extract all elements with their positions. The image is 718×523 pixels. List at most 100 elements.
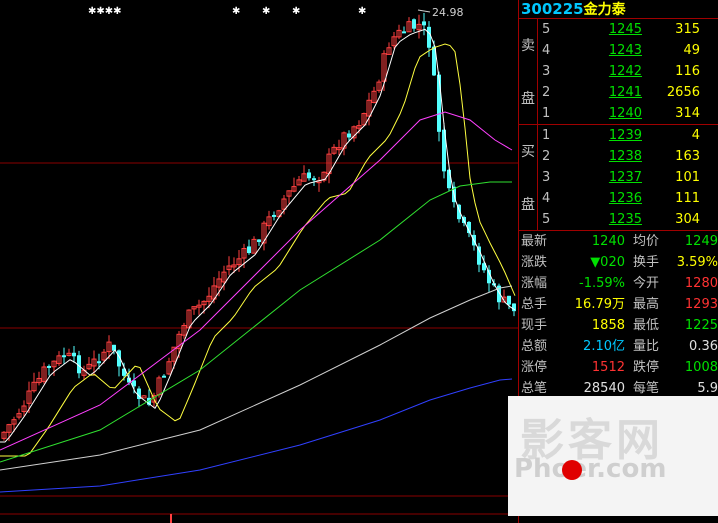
stat-value: 2.10亿 <box>583 339 625 354</box>
buy-price[interactable]: 1235 <box>560 209 642 230</box>
volume-bar <box>170 514 172 523</box>
buy-price[interactable]: 1236 <box>560 188 642 209</box>
buy-row[interactable]: 1 1239 4 <box>538 125 718 146</box>
stat-row: 涨跌 ▼020 换手 3.59% <box>519 252 718 273</box>
candle-body <box>62 355 66 358</box>
peak-pointer <box>417 9 431 13</box>
candle-body <box>141 395 147 399</box>
sell-level: 3 <box>542 64 551 79</box>
buy-volume: 163 <box>675 149 700 164</box>
sell-level: 5 <box>542 22 551 37</box>
stat-value: 1293 <box>684 297 718 312</box>
ma250-line <box>0 285 513 471</box>
buy-level: 2 <box>542 149 551 164</box>
sell-price[interactable]: 1240 <box>560 103 642 124</box>
candle-body <box>422 21 426 26</box>
stat-value: 1858 <box>591 318 625 333</box>
stat-value: 1008 <box>684 360 718 375</box>
candle-body <box>247 246 251 254</box>
buy-volume: 111 <box>675 191 700 206</box>
candle-body <box>412 19 416 29</box>
buy-row[interactable]: 5 1235 304 <box>538 209 718 230</box>
buy-row[interactable]: 3 1237 101 <box>538 167 718 188</box>
watermark-url: Phoer.com <box>514 454 667 484</box>
stat-value: -1.59% <box>579 276 625 291</box>
sell-book: 卖 盘 5 1245 315 4 1243 49 3 1242 116 2 1241 2656 … <box>519 19 718 125</box>
sell-price[interactable]: 1242 <box>560 61 642 82</box>
candle-body <box>162 375 166 378</box>
stat-key: 跌停 <box>633 360 660 375</box>
stat-value: 1240 <box>591 234 625 249</box>
candle-body <box>347 133 351 138</box>
candle-body <box>257 239 261 243</box>
candle-body <box>507 295 511 305</box>
watermark: 影客网 Phoer.com <box>508 396 718 516</box>
buy-volume: 4 <box>691 128 700 143</box>
stat-row: 涨幅 -1.59% 今开 1280 <box>519 273 718 294</box>
candle-body <box>307 172 311 179</box>
quote-stats: 最新 1240 均价 1249 涨跌 ▼020 换手 3.59% 涨幅 -1.59% 今开 128… <box>519 231 718 420</box>
candle-body <box>512 303 516 312</box>
sell-row[interactable]: 4 1243 49 <box>538 40 718 61</box>
stat-key: 今开 <box>633 276 660 291</box>
stat-row: 总手 16.79万 最高 1293 <box>519 294 718 315</box>
buy-level: 4 <box>542 191 551 206</box>
buy-price[interactable]: 1238 <box>560 146 642 167</box>
watermark-dot <box>562 460 582 480</box>
stat-key: 涨停 <box>521 360 548 375</box>
stat-value: 1225 <box>684 318 718 333</box>
stock-code: 300225 <box>521 0 584 18</box>
sell-level: 2 <box>542 85 551 100</box>
stat-row: 总额 2.10亿 量比 0.36 <box>519 336 718 357</box>
sell-row[interactable]: 2 1241 2656 <box>538 82 718 103</box>
buy-volume: 101 <box>675 170 700 185</box>
sell-level: 4 <box>542 43 551 58</box>
sell-label-1: 卖 <box>521 38 535 55</box>
stat-key: 涨幅 <box>521 276 548 291</box>
stat-row: 现手 1858 最低 1225 <box>519 315 718 336</box>
stock-name: 金力泰 <box>583 2 626 18</box>
buy-row[interactable]: 4 1236 111 <box>538 188 718 209</box>
stat-value: 3.59% <box>676 255 718 270</box>
buy-level: 1 <box>542 128 551 143</box>
candle-body <box>312 178 316 181</box>
kline-chart[interactable]: 24.98 ✱✱✱✱ ✱ ✱ ✱ ✱ <box>0 0 518 523</box>
buy-row[interactable]: 2 1238 163 <box>538 146 718 167</box>
stat-value: 16.79万 <box>574 297 625 312</box>
sell-volume: 49 <box>683 43 700 58</box>
buy-level: 3 <box>542 170 551 185</box>
stat-value: 1512 <box>591 360 625 375</box>
candle-body <box>447 169 451 189</box>
stat-key: 总额 <box>521 339 548 354</box>
buy-price[interactable]: 1239 <box>560 125 642 146</box>
sell-label: 卖 盘 <box>519 19 538 124</box>
candle-body <box>402 31 406 34</box>
sell-row[interactable]: 1 1240 314 <box>538 103 718 124</box>
sell-row[interactable]: 3 1242 116 <box>538 61 718 82</box>
stat-key: 最新 <box>521 234 548 249</box>
sell-level: 1 <box>542 106 551 121</box>
stat-row: 涨停 1512 跌停 1008 <box>519 357 718 378</box>
buy-price[interactable]: 1237 <box>560 167 642 188</box>
event-marker: ✱ <box>292 6 300 17</box>
kline-canvas[interactable]: 24.98✱✱✱✱ ✱ ✱ ✱ ✱ <box>0 0 518 523</box>
sell-price[interactable]: 1243 <box>560 40 642 61</box>
candle-body <box>272 214 276 217</box>
stat-key: 现手 <box>521 318 548 333</box>
stat-key: 量比 <box>633 339 660 354</box>
sell-volume: 116 <box>675 64 700 79</box>
stat-key: 总手 <box>521 297 548 312</box>
sell-volume: 314 <box>675 106 700 121</box>
sell-row[interactable]: 5 1245 315 <box>538 19 718 40</box>
sell-price[interactable]: 1245 <box>560 19 642 40</box>
sell-price[interactable]: 1241 <box>560 82 642 103</box>
candle-body <box>72 352 76 357</box>
event-marker: ✱ <box>232 6 240 17</box>
buy-label-2: 盘 <box>521 196 535 213</box>
buy-level: 5 <box>542 212 551 227</box>
event-marker: ✱ <box>262 6 270 17</box>
candle-body <box>427 26 431 48</box>
sell-volume: 2656 <box>666 85 700 100</box>
stat-key: 最高 <box>633 297 660 312</box>
ma120-line <box>0 181 512 463</box>
